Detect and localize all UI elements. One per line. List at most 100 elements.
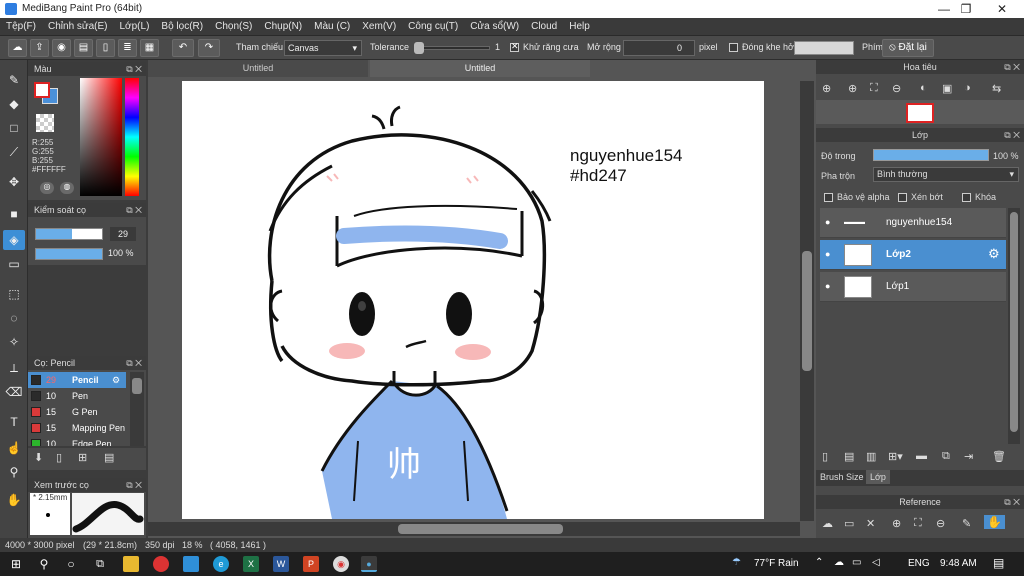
add-brush-icon[interactable]: ⊞ xyxy=(78,451,87,464)
brush-item-g-pen[interactable]: 15 G Pen xyxy=(28,404,126,420)
hue-slider[interactable] xyxy=(125,78,139,196)
close-button[interactable]: ✕ xyxy=(982,0,1022,18)
weather-text[interactable]: 77°F Rain xyxy=(754,558,799,569)
menu-tools[interactable]: Công cụ(T) xyxy=(402,18,464,36)
fit-icon[interactable]: ⛶ xyxy=(870,82,878,95)
page-icon[interactable]: ▯ xyxy=(96,39,115,57)
brush-item-mapping-pen[interactable]: 15 Mapping Pen xyxy=(28,420,126,436)
open-folder-icon[interactable]: ▭ xyxy=(844,517,854,530)
zoom-out-icon[interactable]: ⊖ xyxy=(892,82,901,95)
color-wheel-icon[interactable]: ◍ xyxy=(60,182,74,194)
cortana-icon[interactable]: ○ xyxy=(63,556,79,572)
saturation-brightness-picker[interactable] xyxy=(80,78,122,196)
menu-window[interactable]: Cửa sổ(W) xyxy=(464,18,525,36)
tab-brush-size[interactable]: Brush Size xyxy=(820,472,864,482)
layer-row-lop1[interactable]: ● Lớp1 xyxy=(820,272,1006,302)
edge-browser-icon[interactable]: e xyxy=(213,556,229,572)
tolerance-slider-handle[interactable] xyxy=(414,42,424,54)
fit-icon[interactable]: ⛶ xyxy=(914,517,922,530)
menu-file[interactable]: Tệp(F) xyxy=(0,18,42,36)
primary-color-swatch[interactable] xyxy=(34,82,50,98)
line-tool-icon[interactable]: ⟋ xyxy=(3,142,25,162)
tray-chevron-icon[interactable]: ⌃ xyxy=(815,557,823,568)
excel-icon[interactable]: X xyxy=(243,556,259,572)
menu-filter[interactable]: Bộ lọc(R) xyxy=(155,18,209,36)
operation-tool-icon[interactable]: ☝ xyxy=(3,438,25,458)
expand-input[interactable]: 0 xyxy=(623,40,695,56)
new-layer-icon[interactable]: ▯ xyxy=(822,450,828,463)
chrome-icon[interactable]: ◉ xyxy=(333,556,349,572)
folder-icon[interactable]: ▬ xyxy=(916,450,927,462)
medibang-taskbar-icon[interactable]: ● xyxy=(361,556,377,572)
input-language[interactable]: ENG xyxy=(908,558,930,569)
new-8bit-layer-icon[interactable]: ▥ xyxy=(866,450,876,463)
cloud-icon[interactable]: ☁ xyxy=(8,39,27,57)
move-tool-icon[interactable]: ✥ xyxy=(3,172,25,192)
menu-edit[interactable]: Chỉnh sửa(E) xyxy=(42,18,114,36)
lasso-tool-icon[interactable]: ◌ xyxy=(3,308,25,328)
undo-icon[interactable]: ↶ xyxy=(172,39,194,57)
eraser-tool-icon[interactable]: ◆ xyxy=(3,94,25,114)
select-pen-tool-icon[interactable]: ⟂ xyxy=(3,358,25,378)
menu-view[interactable]: Xem(V) xyxy=(356,18,402,36)
layer-opacity-slider[interactable] xyxy=(873,149,989,161)
canvas-vertical-scrollbar[interactable] xyxy=(800,81,814,521)
flip-icon[interactable]: ⇆ xyxy=(992,82,1001,95)
upload-icon[interactable]: ⇪ xyxy=(30,39,49,57)
layers-scrollbar[interactable] xyxy=(1008,208,1020,444)
zoom-in-2-icon[interactable]: ⊕ xyxy=(848,82,857,95)
gear-icon[interactable]: ⚙ xyxy=(988,246,1000,262)
shape-tool-icon[interactable]: □ xyxy=(3,118,25,138)
powerpoint-icon[interactable]: P xyxy=(303,556,319,572)
palette-icon[interactable]: ◎ xyxy=(40,182,54,194)
menu-color[interactable]: Màu (C) xyxy=(308,18,356,36)
brush-list-scrollbar[interactable] xyxy=(130,372,144,446)
merge-layer-icon[interactable]: ⇥ xyxy=(964,450,973,463)
reset-view-icon[interactable]: ▣ xyxy=(942,82,952,95)
text-tool-icon[interactable]: T xyxy=(3,412,25,432)
file-explorer-icon[interactable] xyxy=(123,556,139,572)
clip-checkbox[interactable] xyxy=(898,193,907,202)
brush-item-pen[interactable]: 10 Pen xyxy=(28,388,126,404)
clock[interactable]: 9:48 AM xyxy=(940,558,977,569)
maximize-button[interactable]: ❐ xyxy=(946,0,986,18)
new-brush-icon[interactable]: ▯ xyxy=(56,451,62,464)
menu-snap[interactable]: Chụp(N) xyxy=(258,18,308,36)
navigator-viewport[interactable] xyxy=(906,103,934,123)
notifications-icon[interactable]: ▤ xyxy=(993,556,1004,570)
add-layer-menu-icon[interactable]: ⊞▾ xyxy=(888,450,903,463)
cloud-sync-icon[interactable]: ☁ xyxy=(834,557,844,568)
volume-icon[interactable]: ◁ xyxy=(872,557,880,568)
tab-layers[interactable]: Lớp xyxy=(866,470,890,484)
duplicate-layer-icon[interactable]: ⧉ xyxy=(942,450,950,463)
search-icon[interactable]: ⚲ xyxy=(36,556,52,572)
eyedropper-tool-icon[interactable]: ⚲ xyxy=(3,462,25,482)
gap-close-level[interactable] xyxy=(794,41,854,55)
protect-alpha-checkbox[interactable] xyxy=(824,193,833,202)
new-halftone-layer-icon[interactable]: ▤ xyxy=(844,450,854,463)
select-eraser-tool-icon[interactable]: ⌫ xyxy=(3,382,25,402)
menu-select[interactable]: Chọn(S) xyxy=(209,18,258,36)
tab-untitled-1[interactable]: Untitled xyxy=(148,60,368,77)
antialias-checkbox[interactable]: ✕ xyxy=(510,41,519,52)
reference-select[interactable]: Canvas ▾ xyxy=(284,40,362,56)
bucket-tool-icon[interactable]: ◈ xyxy=(3,230,25,250)
eye-icon[interactable]: ● xyxy=(825,249,830,259)
reset-button[interactable]: ⦸ Đặt lại xyxy=(882,39,934,57)
cloud-upload-icon[interactable]: ☁ xyxy=(822,517,833,530)
task-view-icon[interactable]: ⧉ xyxy=(92,556,108,572)
navigator-preview[interactable] xyxy=(816,100,1024,124)
redo-icon[interactable]: ↷ xyxy=(198,39,220,57)
rotate-left-icon[interactable]: ◐ xyxy=(920,82,927,94)
layer-row-nguyenhue154[interactable]: ● ▬▬▬ nguyenhue154 xyxy=(820,208,1006,238)
zoom-in-icon[interactable]: ⊕ xyxy=(892,517,901,530)
close-icon[interactable]: ✕ xyxy=(866,517,875,530)
eye-icon[interactable]: ● xyxy=(825,281,830,291)
layers-toggle-icon[interactable]: ≣ xyxy=(118,39,137,57)
grid-icon[interactable]: ▦ xyxy=(140,39,159,57)
menu-help[interactable]: Help xyxy=(563,18,596,36)
transparent-color-swatch[interactable] xyxy=(36,114,54,132)
layer-row-lop2[interactable]: ● Lớp2 ⚙ xyxy=(820,240,1006,270)
blend-mode-select[interactable]: Bình thường ▾ xyxy=(873,167,1019,182)
brush-size-value[interactable]: 29 xyxy=(110,227,136,241)
